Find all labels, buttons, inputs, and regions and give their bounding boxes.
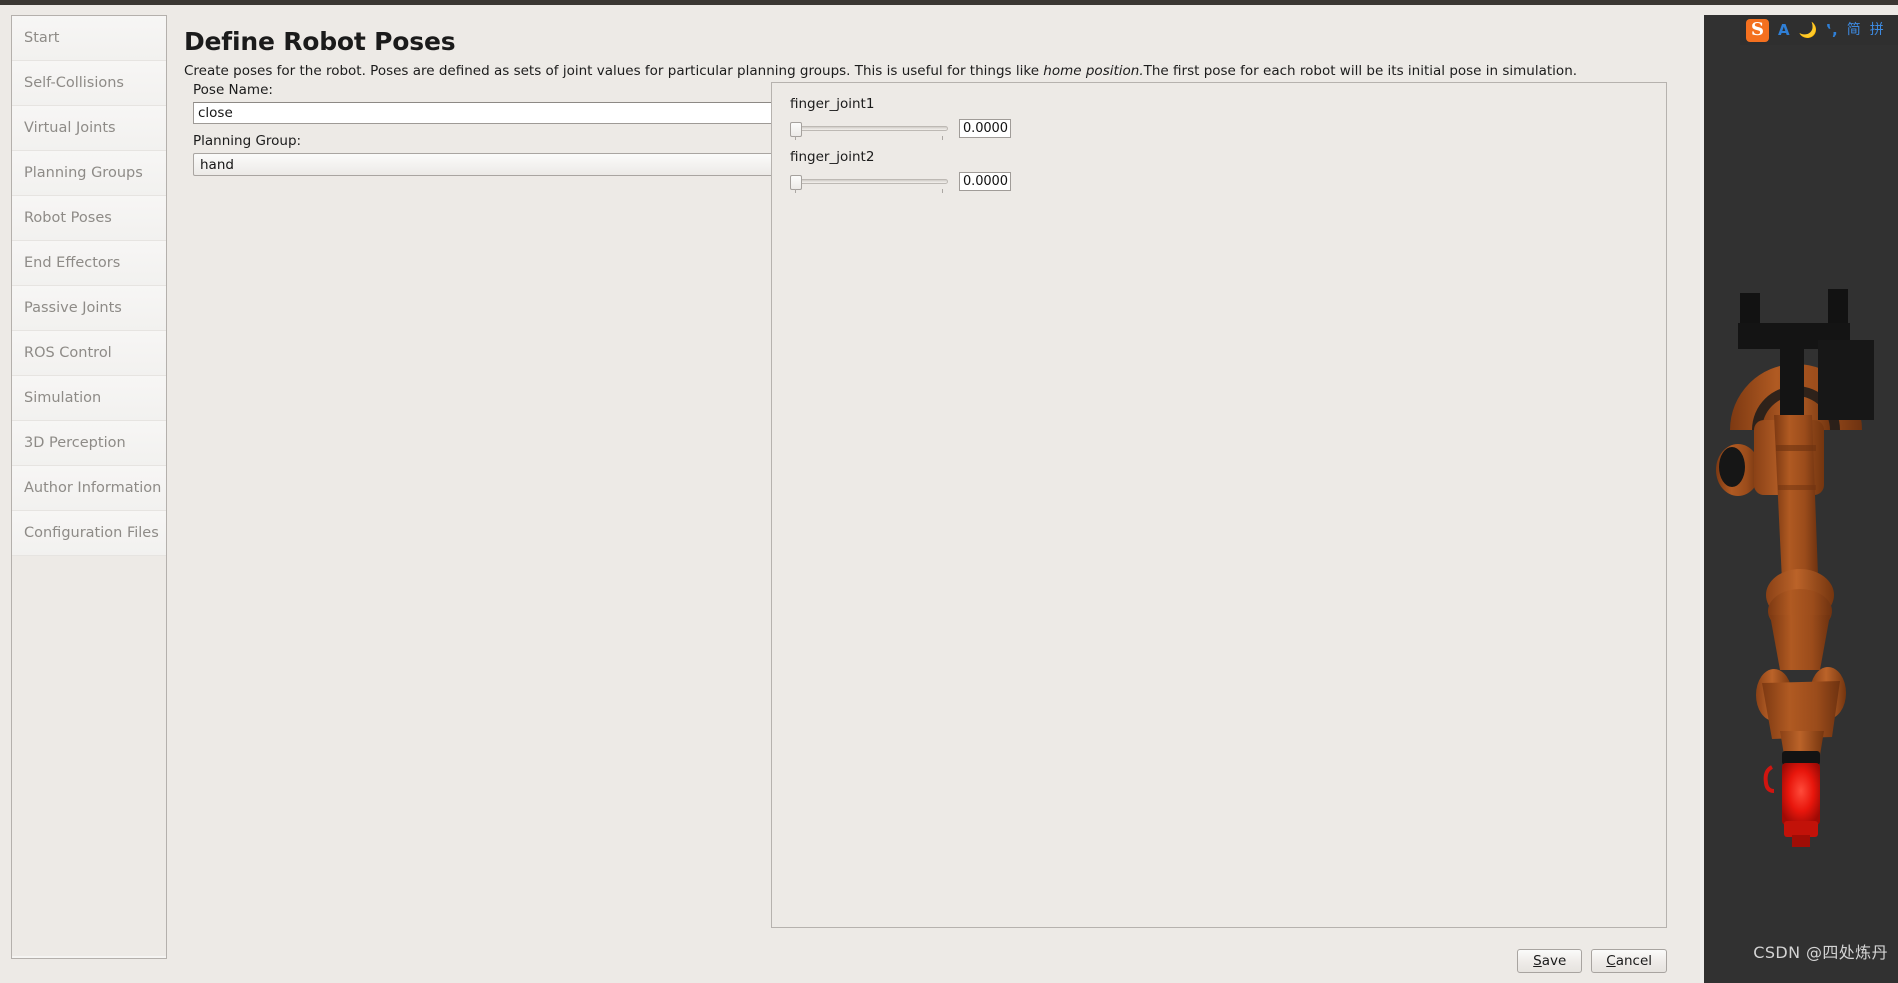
sidebar-item-label: Simulation	[24, 390, 102, 406]
sidebar-item-label: End Effectors	[24, 255, 121, 271]
page-description-emphasis: home position.	[1043, 63, 1144, 79]
watermark: CSDN @四处炼丹	[1753, 943, 1888, 962]
comma-icon[interactable]: ‛,	[1826, 22, 1837, 38]
cancel-button[interactable]: Cancel	[1591, 949, 1667, 973]
main-content: Define Robot Poses Create poses for the …	[170, 5, 1698, 983]
ime-simplified-toggle[interactable]: 简	[1847, 23, 1861, 37]
robot-model	[1716, 289, 1874, 847]
sidebar-item-ros-control[interactable]: ROS Control	[12, 331, 166, 376]
moon-icon[interactable]: 🌙	[1799, 22, 1818, 38]
joint-slider[interactable]	[790, 119, 950, 140]
sidebar-item-virtual-joints[interactable]: Virtual Joints	[12, 106, 166, 151]
page-description-part2: The first pose for each robot will be it…	[1143, 63, 1578, 79]
save-button[interactable]: Save	[1517, 949, 1583, 973]
joint-row: finger_joint2 0.0000	[790, 149, 1011, 193]
joint-name-label: finger_joint1	[790, 96, 875, 112]
cancel-button-accel: C	[1606, 953, 1616, 969]
pose-name-input[interactable]	[193, 102, 796, 124]
slider-tick	[942, 189, 943, 193]
joint-value: 0.0000	[963, 174, 1008, 189]
sidebar-item-configuration-files[interactable]: Configuration Files	[12, 511, 166, 556]
sidebar-item-simulation[interactable]: Simulation	[12, 376, 166, 421]
slider-groove	[792, 179, 948, 184]
slider-tick	[795, 189, 796, 193]
sidebar-item-label: Start	[24, 30, 60, 46]
sidebar-item-label: Self-Collisions	[24, 75, 124, 91]
ime-pinyin-toggle[interactable]: 拼	[1870, 23, 1884, 37]
sidebar-item-label: ROS Control	[24, 345, 112, 361]
cancel-button-label: ancel	[1615, 953, 1652, 969]
sidebar-item-passive-joints[interactable]: Passive Joints	[12, 286, 166, 331]
save-button-accel: S	[1533, 953, 1542, 969]
planning-group-select[interactable]: hand	[193, 153, 796, 176]
joint-value-field[interactable]: 0.0000	[959, 172, 1011, 191]
sidebar-item-3d-perception[interactable]: 3D Perception	[12, 421, 166, 466]
sidebar-item-label: Author Information	[24, 480, 162, 496]
slider-tick	[795, 136, 796, 140]
ime-mode-letter[interactable]: A	[1778, 22, 1790, 38]
navigation-list: Start Self-Collisions Virtual Joints Planni…	[12, 16, 166, 556]
robot-3d-viewport[interactable]	[1700, 15, 1898, 983]
slider-tick	[942, 136, 943, 140]
joint-controls: 0.0000	[790, 172, 1011, 193]
page-description-part1: Create poses for the robot. Poses are de…	[184, 63, 1044, 79]
save-button-label: ave	[1541, 953, 1567, 969]
sidebar-item-author-information[interactable]: Author Information	[12, 466, 166, 511]
sidebar-item-label: Planning Groups	[24, 165, 143, 181]
joint-row: finger_joint1 0.0000	[790, 96, 1011, 140]
sogou-logo-icon[interactable]: S	[1746, 18, 1769, 42]
joint-sliders-panel: finger_joint1 0.0000 finger_joint2 0.0000	[771, 82, 1667, 928]
sidebar-item-label: Configuration Files	[24, 525, 159, 541]
planning-group-label: Planning Group:	[193, 133, 302, 149]
sidebar-item-robot-poses[interactable]: Robot Poses	[12, 196, 166, 241]
dialog-button-row: Save Cancel	[1517, 949, 1667, 973]
joint-value-field[interactable]: 0.0000	[959, 119, 1011, 138]
joint-slider[interactable]	[790, 172, 950, 193]
sidebar-item-self-collisions[interactable]: Self-Collisions	[12, 61, 166, 106]
pose-form: Pose Name: Planning Group: hand	[193, 82, 798, 176]
sidebar-item-label: Passive Joints	[24, 300, 122, 316]
ime-toolbar[interactable]: S A 🌙 ‛, 简 拼	[1740, 15, 1898, 45]
sidebar-item-label: Virtual Joints	[24, 120, 116, 136]
sidebar-item-start[interactable]: Start	[12, 16, 166, 61]
slider-handle[interactable]	[790, 122, 802, 137]
joint-controls: 0.0000	[790, 119, 1011, 140]
page-description: Create poses for the robot. Poses are de…	[184, 63, 1577, 79]
slider-handle[interactable]	[790, 175, 802, 190]
navigation-sidebar: Start Self-Collisions Virtual Joints Planni…	[11, 15, 167, 959]
sidebar-item-end-effectors[interactable]: End Effectors	[12, 241, 166, 286]
sidebar-item-label: Robot Poses	[24, 210, 112, 226]
joint-name-label: finger_joint2	[790, 149, 875, 165]
pose-name-label: Pose Name:	[193, 82, 273, 98]
slider-groove	[792, 126, 948, 131]
sidebar-item-planning-groups[interactable]: Planning Groups	[12, 151, 166, 196]
page-title: Define Robot Poses	[184, 27, 456, 56]
navigation-filler	[12, 556, 166, 956]
application-window: Start Self-Collisions Virtual Joints Planni…	[0, 0, 1898, 983]
joint-value: 0.0000	[963, 121, 1008, 136]
planning-group-value: hand	[200, 156, 234, 173]
sidebar-item-label: 3D Perception	[24, 435, 126, 451]
